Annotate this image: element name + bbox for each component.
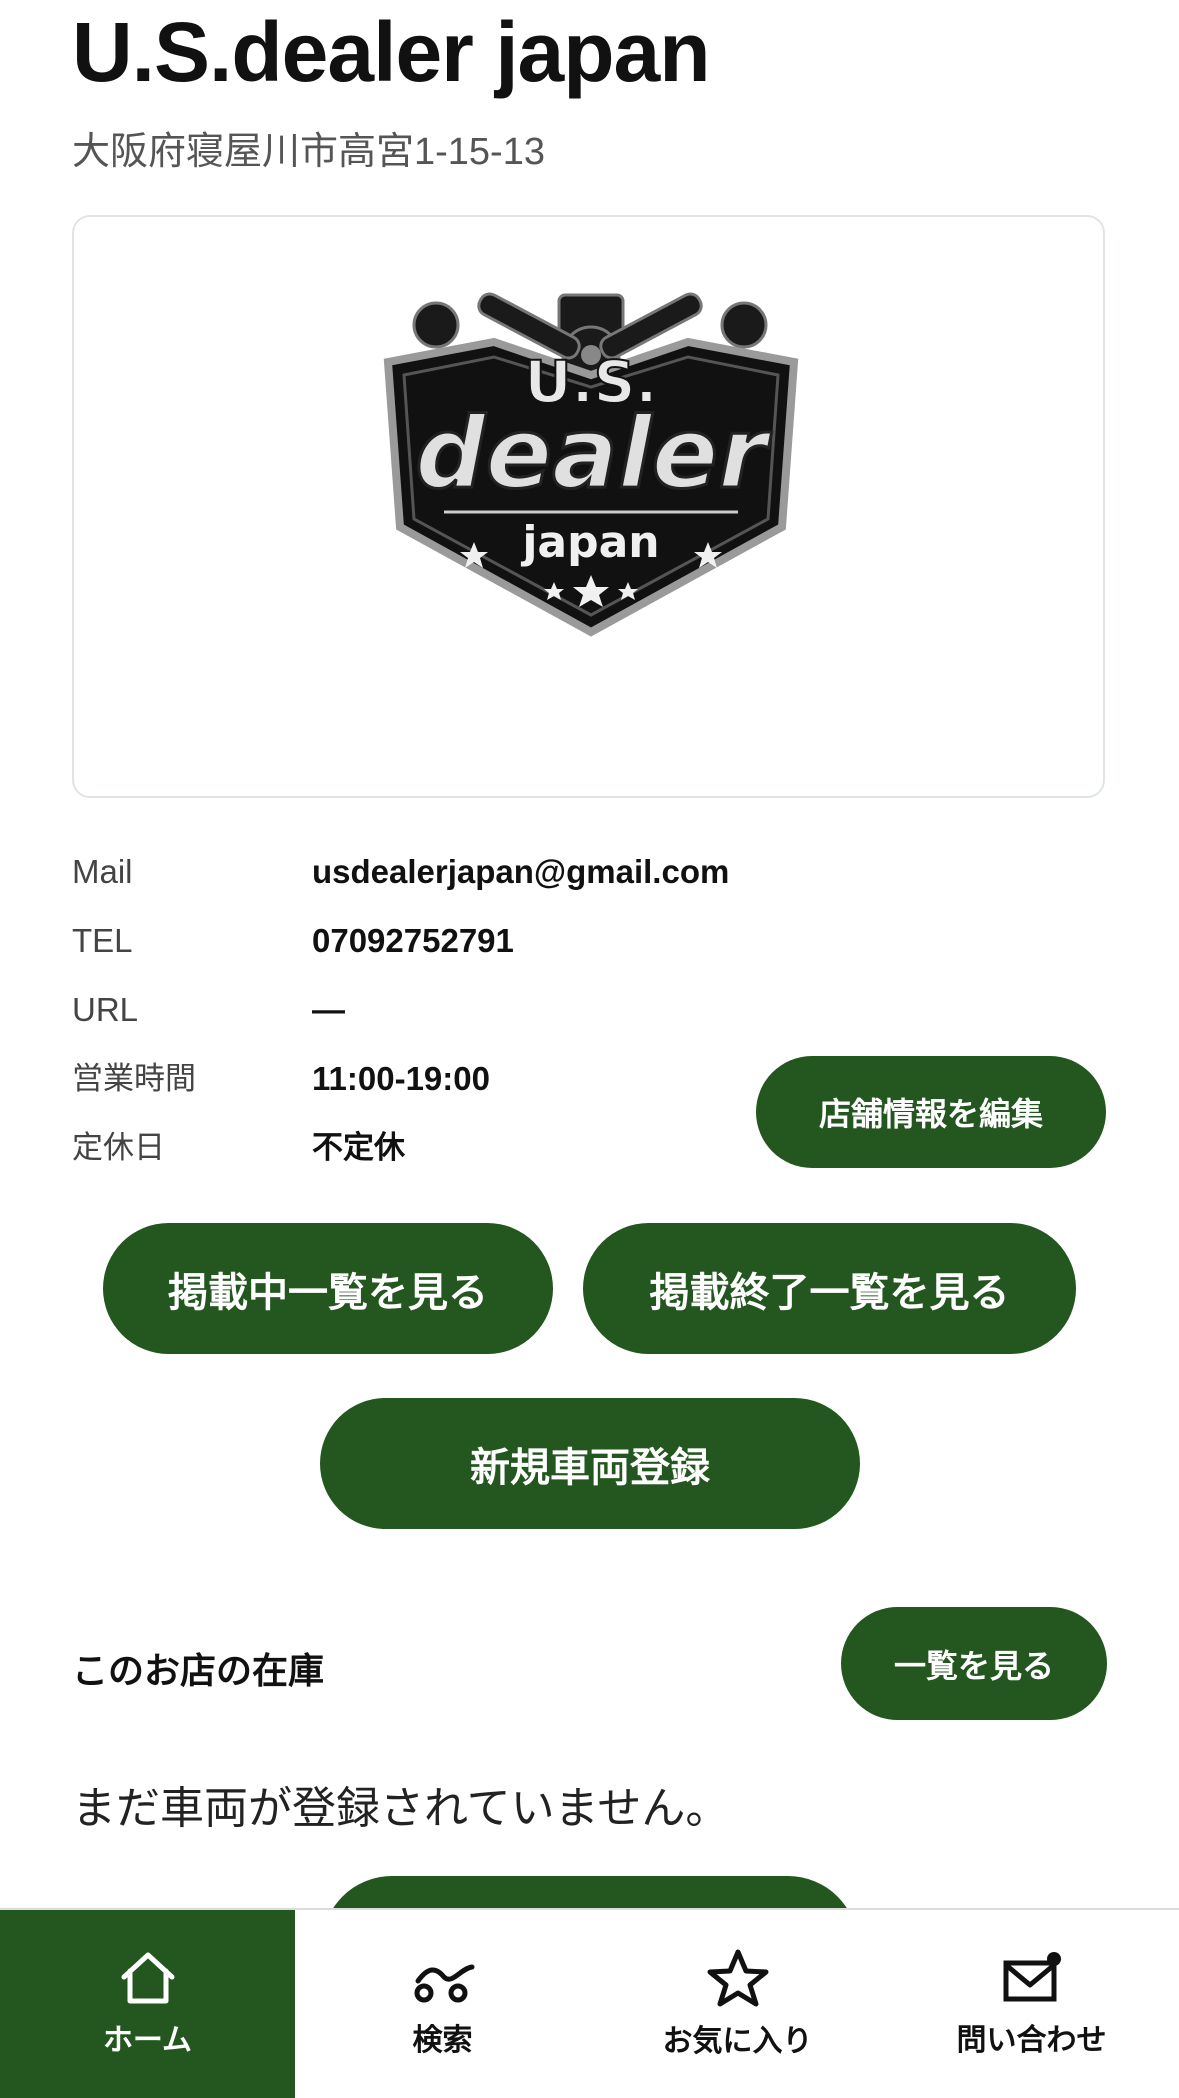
mail-icon: [1003, 1952, 1061, 2002]
tab-home[interactable]: ホーム: [0, 1910, 295, 2098]
hours-value: 11:00-19:00: [312, 1060, 490, 1097]
svg-text:japan: japan: [520, 517, 659, 568]
svg-text:dealer: dealer: [415, 397, 772, 511]
info-label: 営業時間: [72, 1061, 196, 1097]
edit-shop-button[interactable]: 店舗情報を編集: [756, 1056, 1106, 1168]
inventory-title: このお店の在庫: [72, 1651, 325, 1692]
shop-name: U.S.dealer japan: [72, 5, 711, 99]
search-car-icon: [414, 1964, 474, 2003]
tab-favorites[interactable]: お気に入り: [590, 1910, 885, 2098]
mail-value[interactable]: usdealerjapan@gmail.com: [312, 850, 729, 894]
holiday-value: 不定休: [312, 1130, 405, 1166]
info-label: URL: [72, 991, 139, 1028]
bottom-tab-bar: ホーム 検索 お気に入り 問い合わせ: [0, 1908, 1179, 2098]
view-inventory-button[interactable]: 一覧を見る: [841, 1607, 1107, 1720]
listed-vehicles-button[interactable]: 掲載中一覧を見る: [103, 1223, 553, 1354]
tab-contact[interactable]: 問い合わせ: [884, 1910, 1179, 2098]
info-label: TEL: [72, 922, 133, 959]
tab-label: お気に入り: [662, 2024, 813, 2059]
register-vehicle-button[interactable]: 新規車両登録: [320, 1398, 860, 1529]
info-label: 定休日: [72, 1130, 165, 1166]
tab-label: 検索: [412, 2023, 473, 2058]
shop-logo-card: U.S. dealer japan: [72, 215, 1105, 798]
info-label: Mail: [72, 853, 133, 890]
star-icon: [707, 1949, 768, 2007]
url-value: —: [312, 991, 345, 1028]
shop-logo: U.S. dealer japan: [383, 292, 799, 637]
shop-address: 大阪府寝屋川市高宮1-15-13: [72, 131, 545, 173]
tab-label: ホーム: [102, 2023, 193, 2058]
ended-listings-button[interactable]: 掲載終了一覧を見る: [583, 1223, 1076, 1354]
inventory-empty-message: まだ車両が登録されていません。: [72, 1783, 730, 1834]
tab-search[interactable]: 検索: [295, 1910, 590, 2098]
tab-label: 問い合わせ: [956, 2023, 1107, 2058]
tel-value[interactable]: 07092752791: [312, 919, 514, 963]
home-icon: [121, 1952, 174, 2004]
